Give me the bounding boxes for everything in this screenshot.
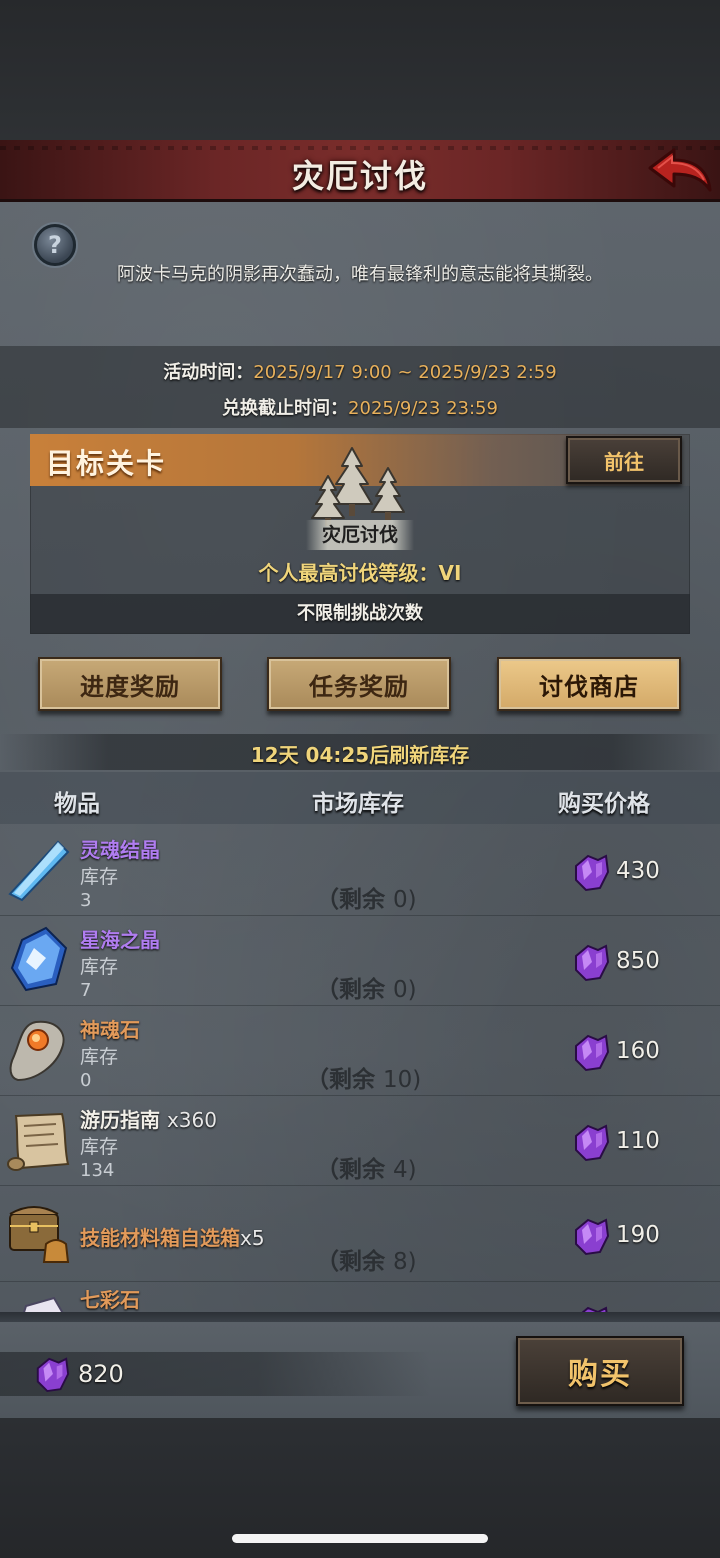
item-price: 160 [616, 1038, 660, 1064]
remaining-stock: （剩余 0) [316, 880, 417, 914]
scroll-icon [7, 1112, 70, 1171]
item-name-text: 技能材料箱自选箱 [80, 1226, 240, 1250]
item-name-text: 七彩石 [80, 1288, 140, 1312]
goto-button[interactable]: 前往 [566, 436, 682, 484]
shop-row[interactable]: 游历指南 x360 库存 134 （剩余 4) 110 [0, 1096, 720, 1186]
remaining-label: （剩余 [316, 1249, 385, 1275]
item-price: 190 [616, 1222, 660, 1248]
item-name-text: 游历指南 [80, 1108, 160, 1132]
item-quantity: x360 [166, 1108, 217, 1132]
stock-value: 0 [80, 1070, 92, 1091]
stock-value: 7 [80, 980, 92, 1001]
purple-gem-icon [36, 1357, 70, 1393]
event-time-row: 活动时间：2025/9/17 9:00 ~ 2025/9/23 2:59 [0, 358, 720, 384]
event-time-label: 活动时间： [163, 362, 254, 383]
refresh-timer: 12天 04:25后刷新库存 [250, 743, 470, 767]
column-market-stock: 市场库存 [312, 791, 404, 817]
tab-hunt-shop[interactable]: 讨伐商店 [497, 657, 681, 711]
stock-label: 库存 [80, 1136, 119, 1158]
treasure-chest-icon [9, 1206, 70, 1263]
purple-gem-icon [575, 1218, 610, 1256]
item-name: 技能材料箱自选箱x5 [80, 1222, 265, 1251]
item-price: 110 [616, 1128, 660, 1154]
soul-stone-icon [9, 1020, 65, 1082]
item-name: 星海之晶 [80, 924, 160, 953]
item-price: 850 [616, 948, 660, 974]
shop-row[interactable]: 灵魂结晶 库存 3 （剩余 0) 430 [0, 826, 720, 916]
item-quantity: x5 [240, 1226, 265, 1250]
item-name: 灵魂结晶 [80, 834, 160, 863]
stock-value: 3 [80, 890, 92, 911]
remaining-stock: （剩余 8) [316, 1242, 417, 1276]
remaining-value: 0) [393, 977, 417, 1003]
target-stage-title: 目标关卡 [46, 447, 167, 480]
buy-button[interactable]: 购买 [516, 1336, 684, 1406]
stock-label: 库存 [80, 866, 119, 888]
column-item: 物品 [54, 791, 100, 817]
remaining-value: 10) [383, 1067, 422, 1093]
purple-gem-icon [581, 1306, 608, 1312]
purple-gem-icon [575, 854, 610, 892]
forest-stage-icon[interactable] [306, 446, 414, 530]
home-indicator[interactable] [232, 1534, 488, 1543]
remaining-label: （剩余 [316, 977, 385, 1003]
remaining-label: （剩余 [306, 1067, 375, 1093]
purple-gem-icon [575, 1034, 610, 1072]
remaining-label: （剩余 [316, 887, 385, 913]
title-bar: 灾厄讨伐 [0, 140, 720, 202]
page-title: 灾厄讨伐 [291, 157, 428, 195]
remaining-stock: （剩余 10) [306, 1060, 421, 1094]
remaining-value: 8) [393, 1249, 417, 1275]
challenge-limit-text: 不限制挑战次数 [30, 594, 690, 634]
shop-item-list[interactable]: 灵魂结晶 库存 3 （剩余 0) 430 星海之晶 库存 7 （剩余 0) 85… [0, 826, 720, 1312]
item-name-text: 神魂石 [80, 1018, 140, 1042]
deadline-value: 2025/9/23 23:59 [348, 398, 498, 419]
shop-row[interactable]: 星海之晶 库存 7 （剩余 0) 850 [0, 916, 720, 1006]
item-name: 神魂石 [80, 1014, 140, 1043]
remaining-label: （剩余 [316, 1157, 385, 1183]
shop-row[interactable]: 技能材料箱自选箱x5 （剩余 8) 190 [0, 1186, 720, 1282]
deadline-label: 兑换截止时间： [222, 398, 349, 419]
purple-gem-icon [575, 1124, 610, 1162]
stage-name: 灾厄讨伐 [306, 520, 414, 550]
best-level-text: 个人最高讨伐等级：VI [258, 561, 462, 585]
stock-label: 库存 [80, 1046, 119, 1068]
item-name: 七彩石 [80, 1284, 140, 1312]
stock-label: 库存 [80, 956, 119, 978]
bottom-divider [0, 1312, 720, 1322]
column-price: 购买价格 [558, 791, 650, 817]
tab-progress-rewards[interactable]: 进度奖励 [38, 657, 222, 711]
rainbow-stone-icon [23, 1296, 64, 1312]
remaining-stock: （剩余 0) [316, 970, 417, 1004]
shop-row[interactable]: 神魂石 库存 0 （剩余 10) 160 [0, 1006, 720, 1096]
deadline-row: 兑换截止时间：2025/9/23 23:59 [0, 394, 720, 420]
item-name-text: 灵魂结晶 [80, 838, 160, 862]
remaining-value: 0) [393, 887, 417, 913]
stock-value: 134 [80, 1160, 115, 1181]
item-price: 430 [616, 858, 660, 884]
star-sea-crystal-icon [10, 926, 68, 992]
remaining-stock: （剩余 4) [316, 1150, 417, 1184]
currency-balance: 820 [78, 1360, 124, 1388]
shop-row[interactable]: 七彩石 [0, 1282, 720, 1312]
item-name: 游历指南 x360 [80, 1104, 217, 1133]
purple-gem-icon [575, 944, 610, 982]
intro-text: 阿波卡马克的阴影再次蠢动，唯有最锋利的意志能将其撕裂。 [117, 264, 603, 285]
item-name-text: 星海之晶 [80, 928, 160, 952]
top-background [0, 0, 720, 140]
blue-crystal-icon [8, 840, 70, 902]
remaining-value: 4) [393, 1157, 417, 1183]
event-time-value: 2025/9/17 9:00 ~ 2025/9/23 2:59 [253, 362, 557, 383]
back-arrow-icon[interactable] [646, 146, 714, 196]
tab-task-rewards[interactable]: 任务奖励 [267, 657, 451, 711]
